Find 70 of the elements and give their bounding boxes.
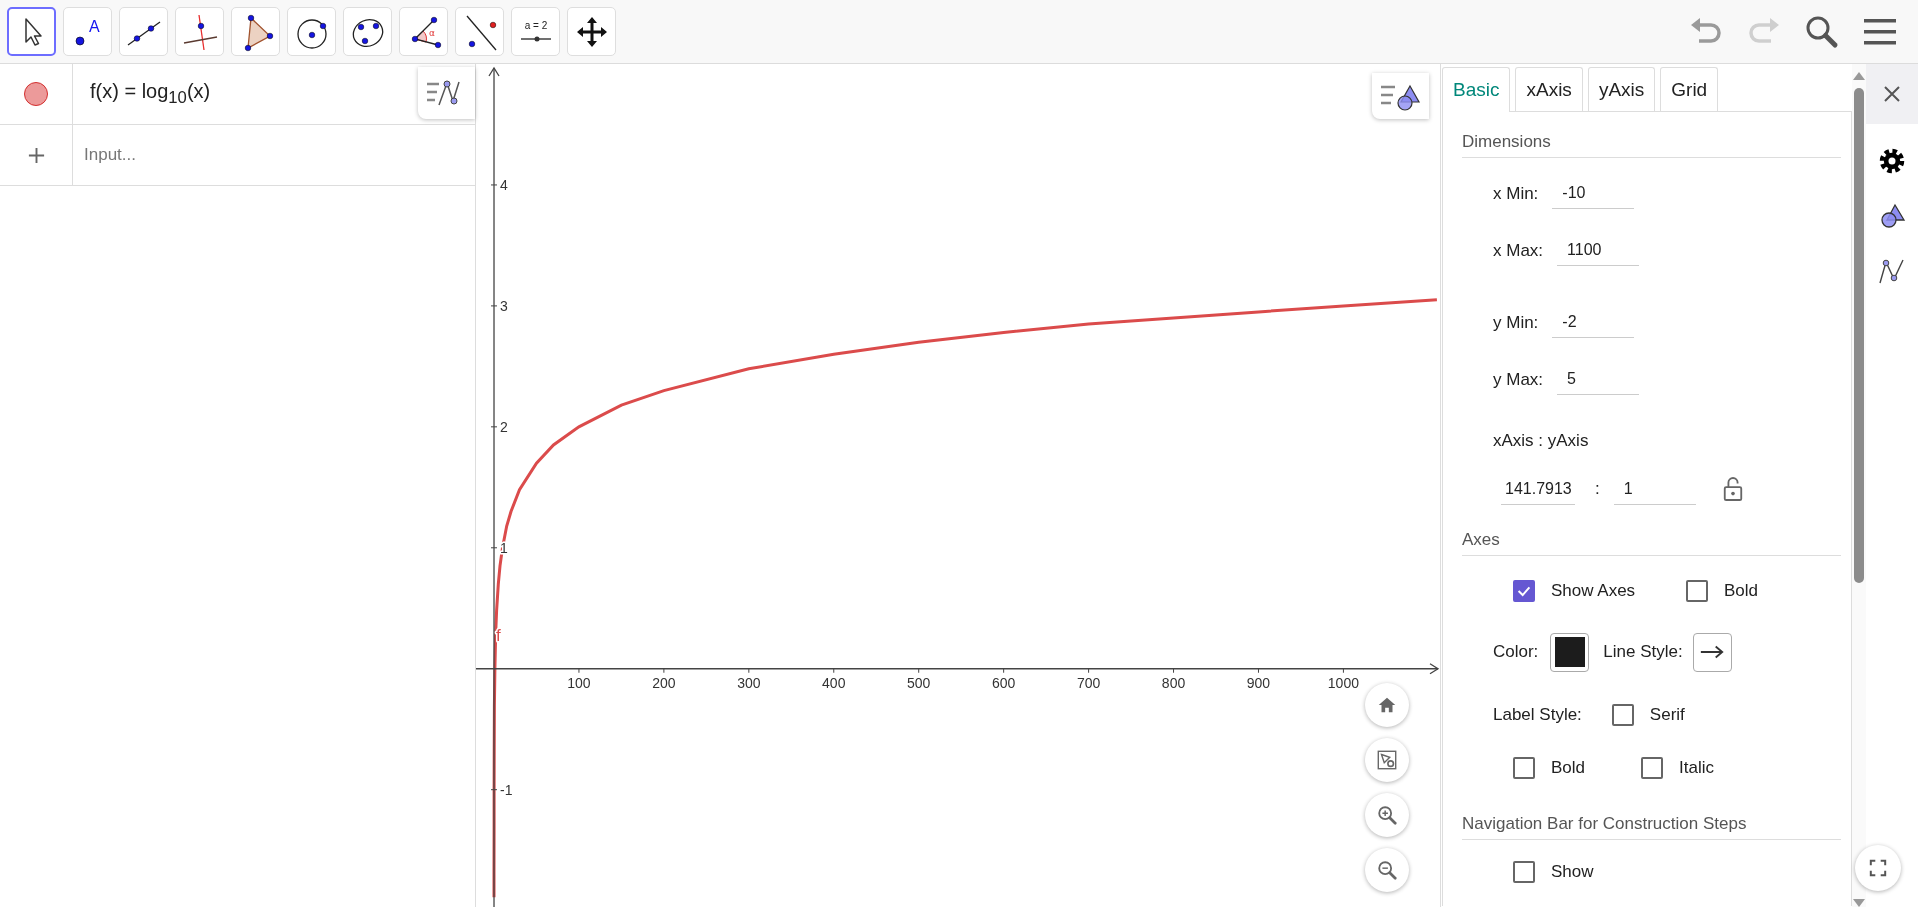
settings-icon (1878, 147, 1906, 175)
graph-curve-icon (1878, 257, 1906, 285)
close-button[interactable] (1866, 64, 1918, 124)
field-label: y Min: (1493, 312, 1539, 333)
scroll-up-arrow-icon[interactable] (1853, 72, 1865, 80)
circle-and-triangle-icon (1878, 202, 1906, 230)
style-bar-button[interactable] (1372, 73, 1429, 119)
visibility-toggle[interactable] (24, 82, 48, 106)
settings-tab[interactable]: yAxis (1587, 67, 1656, 111)
axis-tick-label: 1 (500, 539, 508, 556)
axis-tick-label: 3 (500, 297, 508, 314)
style-bar-button[interactable] (418, 67, 475, 119)
axis-tick-label: 2 (500, 418, 508, 435)
checkbox-label: Serif (1649, 705, 1685, 725)
axis-tick-label: -1 (500, 781, 513, 798)
arrow-icon (1699, 644, 1726, 660)
checkbox[interactable] (1611, 704, 1634, 726)
field-label: Color: (1493, 642, 1539, 662)
fullscreen-icon (1869, 859, 1887, 877)
checkbox-label: Italic (1679, 758, 1714, 778)
axis-tick-label: 100 (567, 674, 591, 691)
checkbox-label: Bold (1551, 758, 1587, 778)
section-heading: Dimensions (1462, 132, 1841, 158)
zoom-in-button[interactable] (1365, 793, 1409, 837)
axis-tick-label: 800 (1161, 674, 1186, 691)
field-label: y Max: (1493, 369, 1544, 390)
lock-button[interactable] (1721, 476, 1744, 502)
zoom-out-button[interactable] (1365, 848, 1409, 892)
section-heading: Navigation Bar for Construction Steps (1462, 814, 1841, 840)
checkbox[interactable] (1513, 580, 1535, 602)
close-icon (1882, 84, 1902, 104)
axis-tick-label: 900 (1246, 674, 1271, 691)
axis-tick-label: 600 (992, 674, 1016, 691)
checkbox-label: Show Axes (1551, 581, 1637, 601)
checkbox-label: Show (1551, 862, 1594, 882)
axis-tick-label: 400 (822, 674, 846, 691)
zoom-out-icon (1376, 859, 1398, 881)
checkbox-label: Bold (1724, 581, 1759, 601)
field-label: Label Style: (1493, 705, 1582, 725)
axis-tick-label: 1000 (1327, 674, 1359, 691)
scrollbar-thumb[interactable] (1854, 88, 1864, 583)
settings-tab[interactable]: Grid (1660, 67, 1719, 111)
function-definition[interactable]: f(x) = log$_{10}$(x) (90, 80, 211, 108)
axis-tick-label: 4 (500, 176, 508, 193)
axis-tick-label: 500 (907, 674, 931, 691)
checkbox[interactable] (1641, 757, 1663, 779)
open-padlock-icon (1721, 476, 1744, 502)
checkbox[interactable] (1686, 580, 1708, 602)
tool-button[interactable] (7, 7, 56, 56)
axis-tick-label: 700 (1076, 674, 1101, 691)
line-style-button[interactable] (1692, 632, 1732, 672)
home-button[interactable] (1365, 683, 1409, 727)
field-label: xAxis : yAxis (1493, 431, 1589, 451)
ratio-separator: : (1595, 479, 1600, 499)
fullscreen-button[interactable] (1855, 845, 1901, 891)
scroll-down-arrow-icon[interactable] (1853, 899, 1865, 907)
field-label: x Max: (1493, 240, 1544, 261)
field-label: x Min: (1493, 183, 1539, 204)
axis-tick-label: 200 (652, 674, 676, 691)
plus-icon[interactable] (26, 145, 46, 165)
axis-tick-label: 300 (737, 674, 761, 691)
zoom-in-icon (1376, 804, 1398, 826)
settings-tab[interactable]: xAxis (1515, 67, 1583, 111)
view-button[interactable] (1365, 738, 1409, 782)
field-label: Line Style: (1603, 642, 1683, 662)
curve-label: f (496, 625, 501, 645)
checkbox[interactable] (1513, 757, 1535, 779)
settings-tab[interactable]: Basic (1442, 67, 1511, 112)
checkbox[interactable] (1513, 861, 1535, 883)
section-heading: Axes (1462, 530, 1841, 556)
